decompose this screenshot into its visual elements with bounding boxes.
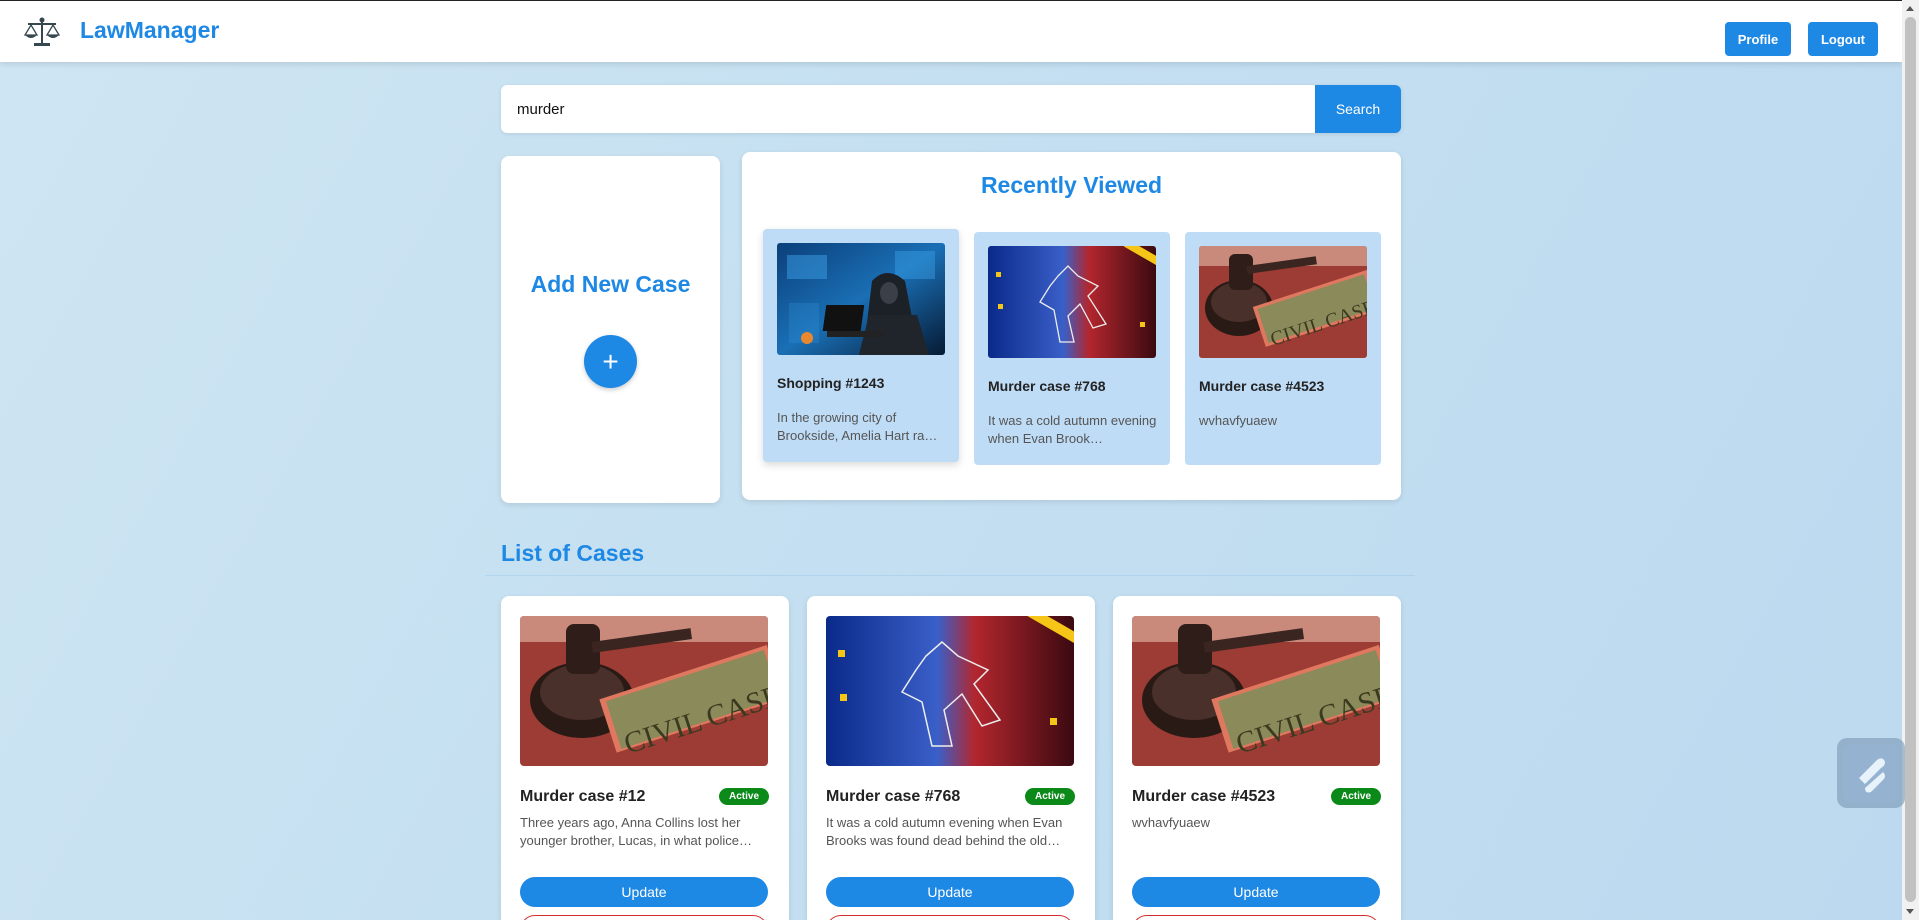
civil-case-gavel-image: CIVIL CASE	[1132, 616, 1380, 766]
recent-case-name: Murder case #4523	[1199, 378, 1325, 394]
case-description: Three years ago, Anna Collins lost her y…	[520, 815, 752, 848]
civil-case-gavel-image: CIVIL CASE	[1199, 246, 1367, 358]
case-description: It was a cold autumn evening when Evan B…	[826, 815, 1063, 848]
recent-case-card[interactable]: CIVIL CASE Murder case #4523 wvhavfyuaew	[1185, 232, 1381, 465]
case-card[interactable]: CIVIL CASE Murder case #4523 Active wvha…	[1113, 596, 1401, 920]
civil-case-gavel-image: CIVIL CASE	[520, 616, 768, 766]
recent-case-description: In the growing city of Brookside, Amelia…	[777, 410, 938, 443]
recent-case-card[interactable]: Murder case #768 It was a cold autumn ev…	[974, 232, 1170, 465]
scroll-down-arrow-icon[interactable]	[1906, 909, 1914, 914]
update-button[interactable]: Update	[826, 877, 1074, 907]
recent-case-name: Murder case #768	[988, 378, 1106, 394]
update-button[interactable]: Update	[520, 877, 768, 907]
top-navbar: LawManager Profile Logout	[0, 0, 1902, 62]
add-case-button[interactable]: +	[584, 335, 637, 388]
add-new-case-title: Add New Case	[530, 271, 691, 297]
recent-case-description: wvhavfyuaew	[1199, 413, 1278, 428]
brand-name[interactable]: LawManager	[80, 17, 219, 44]
case-name: Murder case #4523	[1132, 788, 1276, 805]
status-badge: Active	[718, 788, 769, 805]
crime-scene-image	[988, 246, 1156, 358]
delete-button[interactable]	[1132, 915, 1380, 920]
scales-of-justice-icon	[24, 17, 60, 46]
hacker-image	[777, 243, 945, 355]
case-description: wvhavfyuaew	[1132, 815, 1211, 830]
delete-button[interactable]	[520, 915, 768, 920]
search-bar: Search	[501, 85, 1401, 133]
case-card[interactable]: CIVIL CASE Murder case #12 Active Three …	[501, 596, 789, 920]
status-badge: Active	[1024, 788, 1075, 805]
add-new-case-card[interactable]: Add New Case +	[501, 156, 720, 503]
search-button[interactable]: Search	[1315, 85, 1401, 133]
search-input[interactable]	[501, 85, 1315, 133]
case-card[interactable]: Murder case #768 Active It was a cold au…	[807, 596, 1095, 920]
recently-viewed-title: Recently Viewed	[980, 172, 1163, 198]
delete-button[interactable]	[826, 915, 1074, 920]
assistant-icon	[1843, 744, 1899, 802]
recently-viewed-panel: Recently Viewed Shopping #1243 In the gr…	[742, 152, 1401, 500]
recent-case-name: Shopping #1243	[777, 375, 885, 391]
scroll-thumb[interactable]	[1905, 17, 1916, 902]
section-divider	[485, 575, 1415, 576]
case-name: Murder case #12	[520, 788, 646, 805]
floating-assistant-button[interactable]	[1837, 738, 1905, 808]
case-name: Murder case #768	[826, 788, 961, 805]
logout-button[interactable]: Logout	[1808, 22, 1878, 56]
crime-scene-image	[826, 616, 1074, 766]
update-button[interactable]: Update	[1132, 877, 1380, 907]
recent-case-card[interactable]: Shopping #1243 In the growing city of Br…	[763, 229, 959, 462]
profile-button[interactable]: Profile	[1725, 22, 1791, 56]
status-badge: Active	[1330, 788, 1381, 805]
list-of-cases-title: List of Cases	[501, 540, 645, 566]
scroll-up-arrow-icon[interactable]	[1906, 6, 1914, 11]
recent-case-description: It was a cold autumn evening when Evan B…	[988, 413, 1157, 446]
